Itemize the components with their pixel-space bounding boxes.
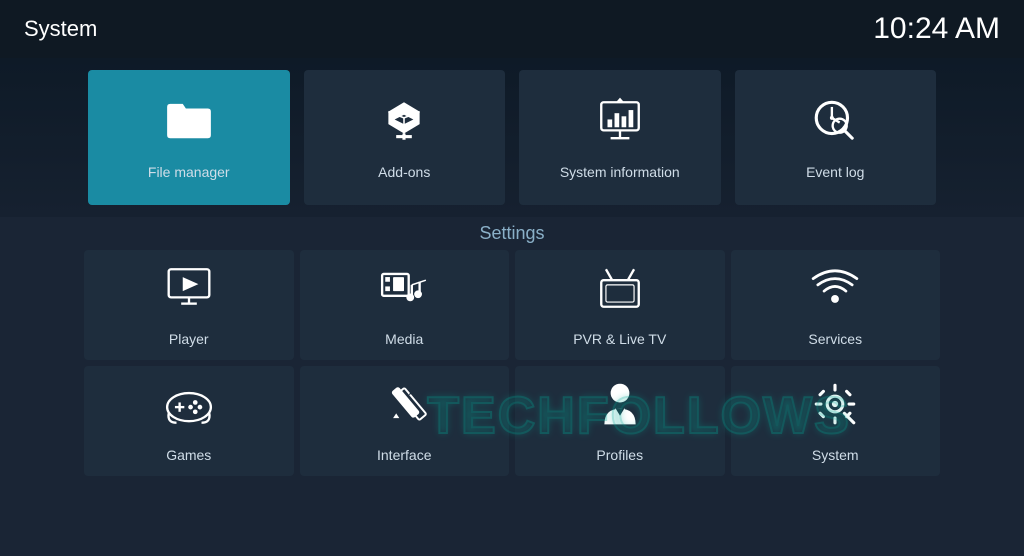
player-icon bbox=[164, 263, 214, 321]
tile-pvr-live-tv[interactable]: PVR & Live TV bbox=[515, 250, 725, 360]
tile-system[interactable]: System bbox=[731, 366, 941, 476]
tile-media-label: Media bbox=[385, 331, 423, 347]
clock: 10:24 AM bbox=[873, 12, 1000, 46]
tile-player-label: Player bbox=[169, 331, 209, 347]
tile-media[interactable]: Media bbox=[300, 250, 510, 360]
tile-pvr-live-tv-label: PVR & Live TV bbox=[573, 331, 666, 347]
tile-add-ons-label: Add-ons bbox=[378, 164, 430, 180]
settings-section: Settings Player bbox=[0, 217, 1024, 476]
tile-profiles-label: Profiles bbox=[596, 447, 643, 463]
settings-grid: Player Media bbox=[84, 250, 940, 476]
tile-add-ons[interactable]: Add-ons bbox=[304, 70, 506, 205]
page-title: System bbox=[24, 16, 97, 42]
system-settings-icon bbox=[810, 379, 860, 437]
tile-games-label: Games bbox=[166, 447, 211, 463]
tile-services[interactable]: Services bbox=[731, 250, 941, 360]
tile-event-log[interactable]: Event log bbox=[735, 70, 937, 205]
services-icon bbox=[810, 263, 860, 321]
profiles-icon bbox=[595, 379, 645, 437]
tile-system-information-label: System information bbox=[560, 164, 680, 180]
folder-icon bbox=[164, 96, 214, 154]
event-log-icon bbox=[810, 96, 860, 154]
tile-interface[interactable]: Interface bbox=[300, 366, 510, 476]
top-area: File manager Add-ons bbox=[0, 58, 1024, 217]
top-tiles-row: File manager Add-ons bbox=[84, 66, 940, 209]
tile-system-label: System bbox=[812, 447, 859, 463]
tile-services-label: Services bbox=[808, 331, 862, 347]
tile-games[interactable]: Games bbox=[84, 366, 294, 476]
addons-icon bbox=[379, 96, 429, 154]
pvr-icon bbox=[595, 263, 645, 321]
media-icon bbox=[379, 263, 429, 321]
tile-event-log-label: Event log bbox=[806, 164, 864, 180]
settings-title: Settings bbox=[84, 223, 940, 244]
tile-system-information[interactable]: System information bbox=[519, 70, 721, 205]
header: System 10:24 AM bbox=[0, 0, 1024, 58]
tile-profiles[interactable]: Profiles bbox=[515, 366, 725, 476]
tile-file-manager-label: File manager bbox=[148, 164, 230, 180]
games-icon bbox=[164, 379, 214, 437]
tile-player[interactable]: Player bbox=[84, 250, 294, 360]
tile-interface-label: Interface bbox=[377, 447, 431, 463]
system-info-icon bbox=[595, 96, 645, 154]
interface-icon bbox=[379, 379, 429, 437]
tile-file-manager[interactable]: File manager bbox=[88, 70, 290, 205]
